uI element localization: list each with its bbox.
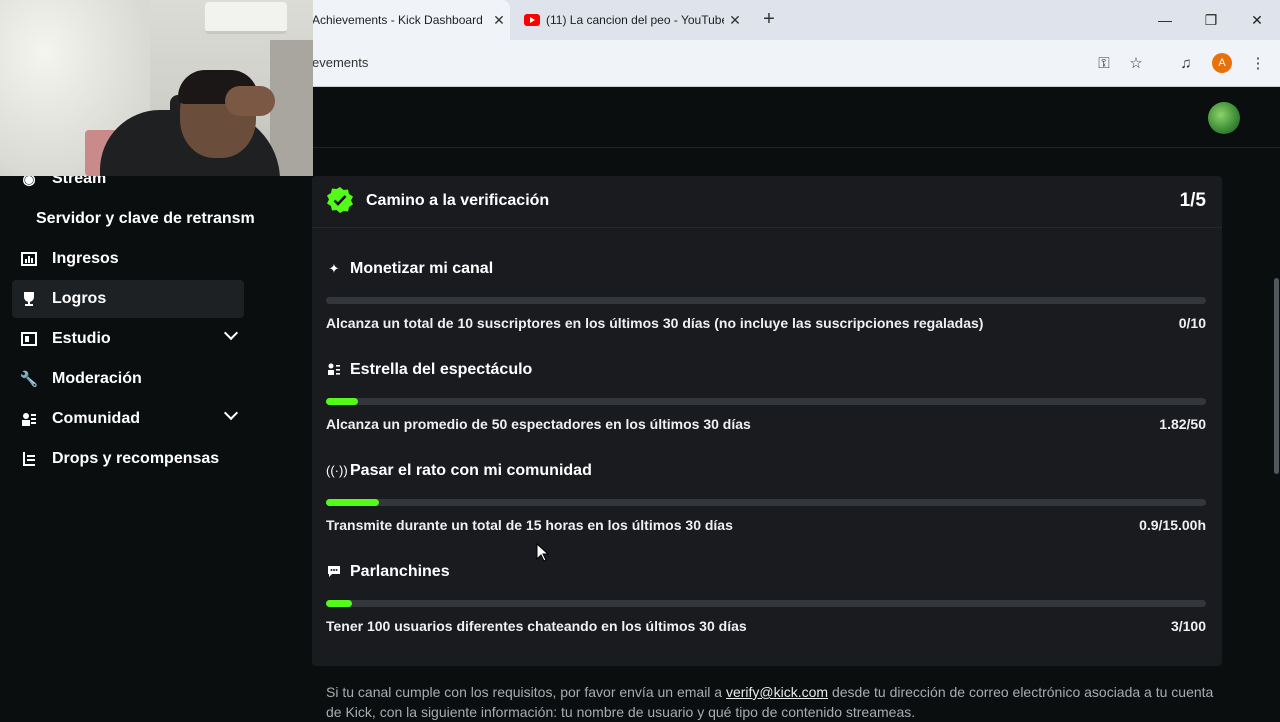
sidebar-item-label: Logros <box>52 290 107 307</box>
note-text-before: Si tu canal cumple con los requisitos, p… <box>326 684 726 700</box>
url-field[interactable]: evements <box>312 55 368 70</box>
goal-description: Transmite durante un total de 15 horas e… <box>326 517 733 533</box>
goal-item: ✦ Monetizar mi canal Alcanza un total de… <box>326 260 1206 350</box>
sidebar-item-label: Moderación <box>52 370 142 387</box>
progress-track <box>326 600 1206 607</box>
mouse-cursor-icon <box>536 543 550 562</box>
webcam-overlay <box>0 0 313 176</box>
gift-icon <box>20 450 38 468</box>
progress-count: 1/5 <box>1179 190 1206 211</box>
card-title: Camino a la verificación <box>366 192 550 209</box>
sidebar-item-logros[interactable]: Logros <box>12 280 244 318</box>
tab-title: Achievements - Kick Dashboard <box>312 13 483 27</box>
progress-track <box>326 297 1206 304</box>
chevron-down-icon[interactable] <box>223 405 239 421</box>
goal-item: Parlanchines Tener 100 usuarios diferent… <box>326 563 1206 653</box>
menu-kebab-icon[interactable]: ⋮ <box>1246 52 1270 76</box>
new-tab-button[interactable]: + <box>758 8 780 32</box>
dashboard-header <box>312 88 1280 148</box>
progress-track <box>326 499 1206 506</box>
verification-card: Camino a la verificación 1/5 ✦ Monetizar… <box>312 176 1222 666</box>
sidebar-item-label: Comunidad <box>52 410 140 427</box>
close-tab-icon[interactable]: ✕ <box>488 12 510 29</box>
verification-card-header: Camino a la verificación 1/5 <box>312 176 1222 228</box>
tab-youtube[interactable]: (11) La cancion del peo - YouTube ✕ <box>516 0 746 40</box>
chevron-down-icon[interactable] <box>223 325 239 341</box>
progress-fill <box>326 499 379 506</box>
media-control-icon[interactable]: ♫ <box>1174 52 1198 76</box>
goal-description: Alcanza un total de 10 suscriptores en l… <box>326 315 984 331</box>
sidebar-item-ingresos[interactable]: Ingresos <box>12 240 244 278</box>
verify-email-link[interactable]: verify@kick.com <box>726 684 828 700</box>
verification-note: Si tu canal cumple con los requisitos, p… <box>326 682 1216 722</box>
sidebar-item-drops[interactable]: Drops y recompensas <box>12 440 244 478</box>
close-tab-icon[interactable]: ✕ <box>724 12 746 29</box>
goal-value: 0.9/15.00h <box>1139 517 1206 533</box>
sidebar-item-label: Ingresos <box>52 250 119 267</box>
sidebar-item-moderacion[interactable]: 🔧 Moderación <box>12 360 244 398</box>
goal-value: 1.82/50 <box>1159 416 1206 432</box>
sparkle-icon: ✦ <box>328 261 340 276</box>
progress-fill <box>326 600 353 607</box>
goal-item: ((·)) Pasar el rato con mi comunidad Tra… <box>326 462 1206 552</box>
verified-badge-icon <box>327 187 353 213</box>
dashboard-sidebar: ◉ Stream Servidor y clave de retransm In… <box>0 88 312 720</box>
goal-value: 3/100 <box>1170 618 1206 634</box>
key-icon[interactable]: ⚿ <box>1092 52 1116 76</box>
profile-avatar[interactable]: A <box>1212 53 1232 73</box>
people-icon <box>20 410 38 428</box>
trophy-icon <box>20 290 38 308</box>
broadcast-icon: ((·)) <box>326 463 348 478</box>
air-conditioner <box>205 2 287 34</box>
goal-title: Pasar el rato con mi comunidad <box>350 462 592 479</box>
goal-description: Alcanza un promedio de 50 espectadores e… <box>326 416 751 432</box>
sidebar-item-estudio[interactable]: Estudio <box>12 320 244 358</box>
goal-value: 0/10 <box>1178 315 1206 331</box>
chart-icon <box>20 250 38 268</box>
sidebar-item-label: Drops y recompensas <box>52 450 220 467</box>
close-window-icon[interactable]: ✕ <box>1245 8 1269 32</box>
sidebar-item-label: Estudio <box>52 330 111 347</box>
minimize-icon[interactable]: — <box>1153 8 1177 32</box>
wrench-icon: 🔧 <box>19 371 39 388</box>
bookmark-star-icon[interactable]: ☆ <box>1124 52 1148 76</box>
tab-title: (11) La cancion del peo - YouTube <box>546 13 724 27</box>
goal-title: Monetizar mi canal <box>350 260 494 277</box>
viewers-icon <box>326 362 342 378</box>
progress-track <box>326 398 1206 405</box>
sidebar-subitem-stream-key[interactable]: Servidor y clave de retransm <box>36 210 255 228</box>
restore-icon[interactable]: ❐ <box>1199 8 1223 32</box>
youtube-icon <box>524 14 540 26</box>
goal-title: Parlanchines <box>350 563 450 580</box>
sidebar-item-comunidad[interactable]: Comunidad <box>12 400 244 438</box>
achievements-main: Camino a la verificación 1/5 ✦ Monetizar… <box>312 148 1280 720</box>
page-scrollbar[interactable] <box>1274 278 1279 474</box>
progress-fill <box>326 398 358 405</box>
chat-icon <box>326 564 342 580</box>
tab-kick-dashboard[interactable]: Achievements - Kick Dashboard ✕ <box>300 0 510 40</box>
goal-title: Estrella del espectáculo <box>350 361 533 378</box>
studio-icon <box>20 330 38 348</box>
goal-item: Estrella del espectáculo Alcanza un prom… <box>326 361 1206 451</box>
goal-description: Tener 100 usuarios diferentes chateando … <box>326 618 747 634</box>
user-avatar[interactable] <box>1208 102 1240 134</box>
